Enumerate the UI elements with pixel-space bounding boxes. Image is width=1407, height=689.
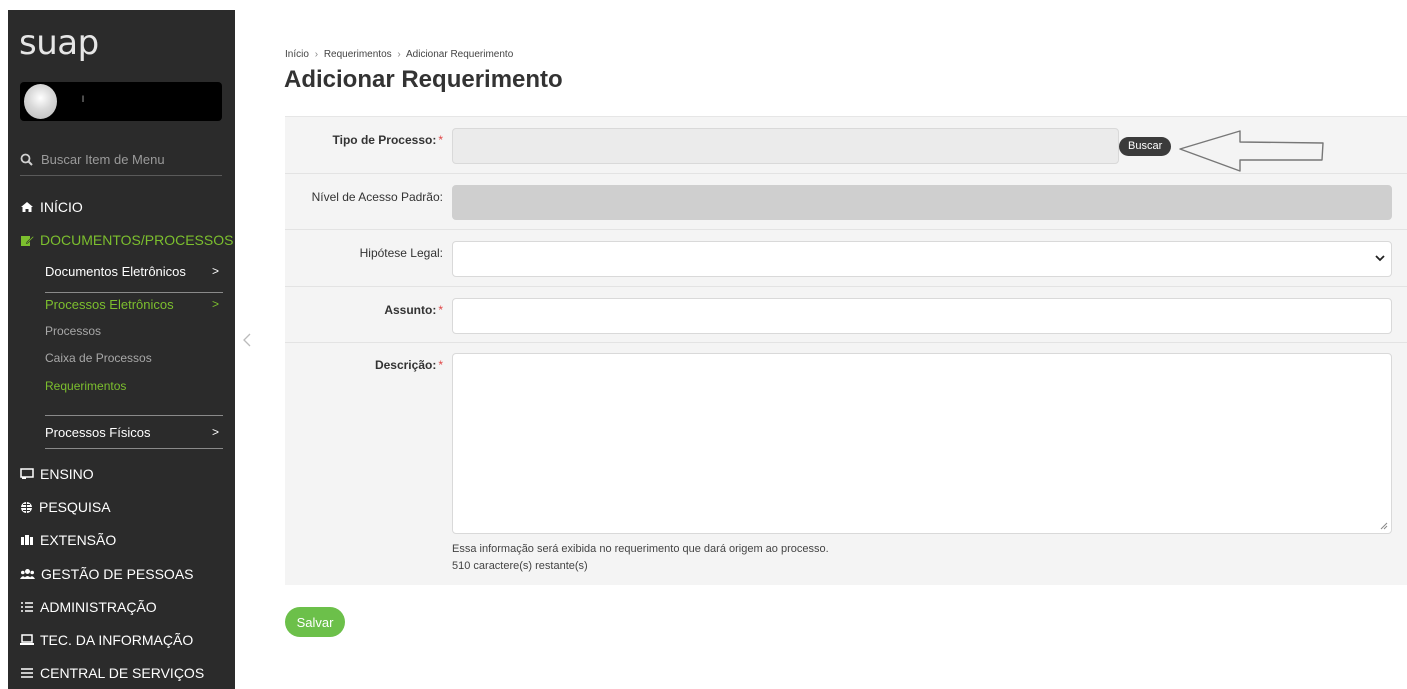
tipo-processo-label: Tipo de Processo: *: [333, 133, 443, 147]
breadcrumb-current: Adicionar Requerimento: [405, 49, 514, 60]
row-nivel-acesso: Nível de Acesso Padrão:: [285, 174, 1407, 230]
submenu-documentos-eletronicos[interactable]: Documentos Eletrônicos >: [45, 260, 223, 282]
menu-extensao-label: EXTENSÃO: [40, 532, 117, 548]
descricao-char-counter: 510 caractere(s) restante(s): [452, 560, 588, 572]
submenu-processos-fisicos[interactable]: Processos Físicos >: [45, 421, 223, 443]
user-box[interactable]: l: [20, 82, 222, 121]
menu-item-requerimentos[interactable]: Requerimentos: [45, 379, 126, 393]
menu-ensino-label: ENSINO: [40, 466, 94, 482]
descricao-textarea[interactable]: [452, 353, 1392, 534]
row-assunto: Assunto: *: [285, 287, 1407, 343]
collapse-sidebar-icon[interactable]: [242, 333, 252, 347]
menu-ensino[interactable]: ENSINO: [8, 462, 235, 486]
descricao-help-text: Essa informação será exibida no requerim…: [452, 543, 829, 555]
menu-inicio[interactable]: INÍCIO: [8, 195, 235, 219]
laptop-icon: [20, 634, 34, 645]
avatar: [24, 84, 57, 119]
tipo-processo-field[interactable]: [452, 128, 1119, 164]
menu-pesquisa[interactable]: PESQUISA: [8, 495, 235, 519]
menu-lines-icon: [21, 668, 33, 678]
submenu-processos-eletronicos[interactable]: Processos Eletrônicos >: [45, 293, 223, 315]
menu-item-processos[interactable]: Processos: [45, 324, 101, 338]
edit-document-icon: [21, 235, 34, 246]
submenu-processos-fisicos-label: Processos Físicos: [45, 424, 151, 440]
divider: [45, 415, 223, 416]
salvar-button[interactable]: Salvar: [285, 607, 345, 637]
globe-icon: [21, 501, 32, 513]
descricao-label-text: Descrição:: [374, 358, 437, 372]
menu-item-caixa-processos[interactable]: Caixa de Processos: [45, 351, 152, 365]
row-descricao: Descrição: * Essa informação será exibida…: [285, 343, 1407, 586]
breadcrumb-inicio[interactable]: Início: [285, 49, 309, 60]
row-tipo-processo: Tipo de Processo: * Buscar: [285, 117, 1407, 174]
hipotese-legal-label: Hipótese Legal:: [359, 246, 443, 260]
menu-central-servicos-label: CENTRAL DE SERVIÇOS: [40, 665, 205, 681]
menu-central-servicos[interactable]: CENTRAL DE SERVIÇOS: [8, 661, 235, 685]
submenu-processos-eletronicos-label: Processos Eletrônicos: [45, 296, 174, 312]
chevron-right-icon: >: [211, 264, 219, 278]
chevron-down-icon: [1375, 255, 1385, 262]
menu-administracao[interactable]: ADMINISTRAÇÃO: [8, 595, 235, 619]
nivel-acesso-field: [452, 185, 1392, 220]
menu-pesquisa-label: PESQUISA: [39, 499, 111, 515]
breadcrumb-separator: ›: [397, 49, 401, 60]
breadcrumb-requerimentos[interactable]: Requerimentos: [324, 49, 392, 60]
search-icon: [20, 153, 33, 166]
nivel-acesso-label: Nível de Acesso Padrão:: [311, 190, 443, 204]
menu-tec-informacao[interactable]: TEC. DA INFORMAÇÃO: [8, 628, 235, 652]
chalkboard-icon: [20, 468, 34, 479]
suap-logo[interactable]: suap: [19, 23, 99, 63]
menu-documentos-processos[interactable]: DOCUMENTOS/PROCESSOS: [8, 228, 235, 252]
menu-search[interactable]: Buscar Item de Menu: [20, 150, 222, 176]
required-mark: *: [438, 303, 443, 317]
search-input[interactable]: Buscar Item de Menu: [41, 152, 165, 167]
buscar-button[interactable]: Buscar: [1119, 137, 1172, 156]
assunto-input[interactable]: [452, 298, 1392, 334]
sidebar: suap l Buscar Item de Menu INÍCIO DOCUME…: [8, 10, 235, 689]
menu-extensao[interactable]: EXTENSÃO: [8, 528, 235, 552]
submenu-documentos-eletronicos-label: Documentos Eletrônicos: [45, 263, 186, 279]
menu-administracao-label: ADMINISTRAÇÃO: [40, 599, 157, 615]
building-icon: [21, 535, 33, 545]
divider: [45, 448, 223, 449]
chevron-right-icon: >: [211, 425, 219, 439]
user-name: l: [82, 94, 84, 104]
breadcrumb: Início › Requerimentos › Adicionar Reque…: [285, 49, 513, 60]
breadcrumb-separator: ›: [314, 49, 319, 60]
resize-handle-icon[interactable]: [1380, 522, 1388, 530]
required-mark: *: [438, 133, 443, 147]
row-hipotese-legal: Hipótese Legal:: [285, 230, 1407, 287]
arrow-left-annotation-icon: [1179, 130, 1324, 172]
home-icon: [21, 202, 33, 212]
menu-inicio-label: INÍCIO: [40, 199, 83, 215]
menu-documentos-label: DOCUMENTOS/PROCESSOS: [40, 232, 234, 248]
requerimento-form: Tipo de Processo: * Buscar Nível de Acess…: [285, 116, 1407, 585]
chevron-right-icon: >: [211, 297, 219, 311]
menu-tec-informacao-label: TEC. DA INFORMAÇÃO: [40, 632, 194, 648]
assunto-label-text: Assunto:: [384, 303, 437, 317]
hipotese-legal-select[interactable]: [452, 241, 1392, 277]
list-icon: [21, 602, 33, 612]
users-icon: [20, 569, 35, 579]
menu-gestao-pessoas-label: GESTÃO DE PESSOAS: [41, 566, 194, 582]
page-title: Adicionar Requerimento: [284, 66, 563, 93]
required-mark: *: [438, 358, 443, 372]
assunto-label: Assunto: *: [384, 303, 443, 317]
descricao-label: Descrição: *: [375, 358, 443, 372]
tipo-processo-label-text: Tipo de Processo:: [332, 133, 437, 147]
menu-gestao-pessoas[interactable]: GESTÃO DE PESSOAS: [8, 562, 235, 586]
